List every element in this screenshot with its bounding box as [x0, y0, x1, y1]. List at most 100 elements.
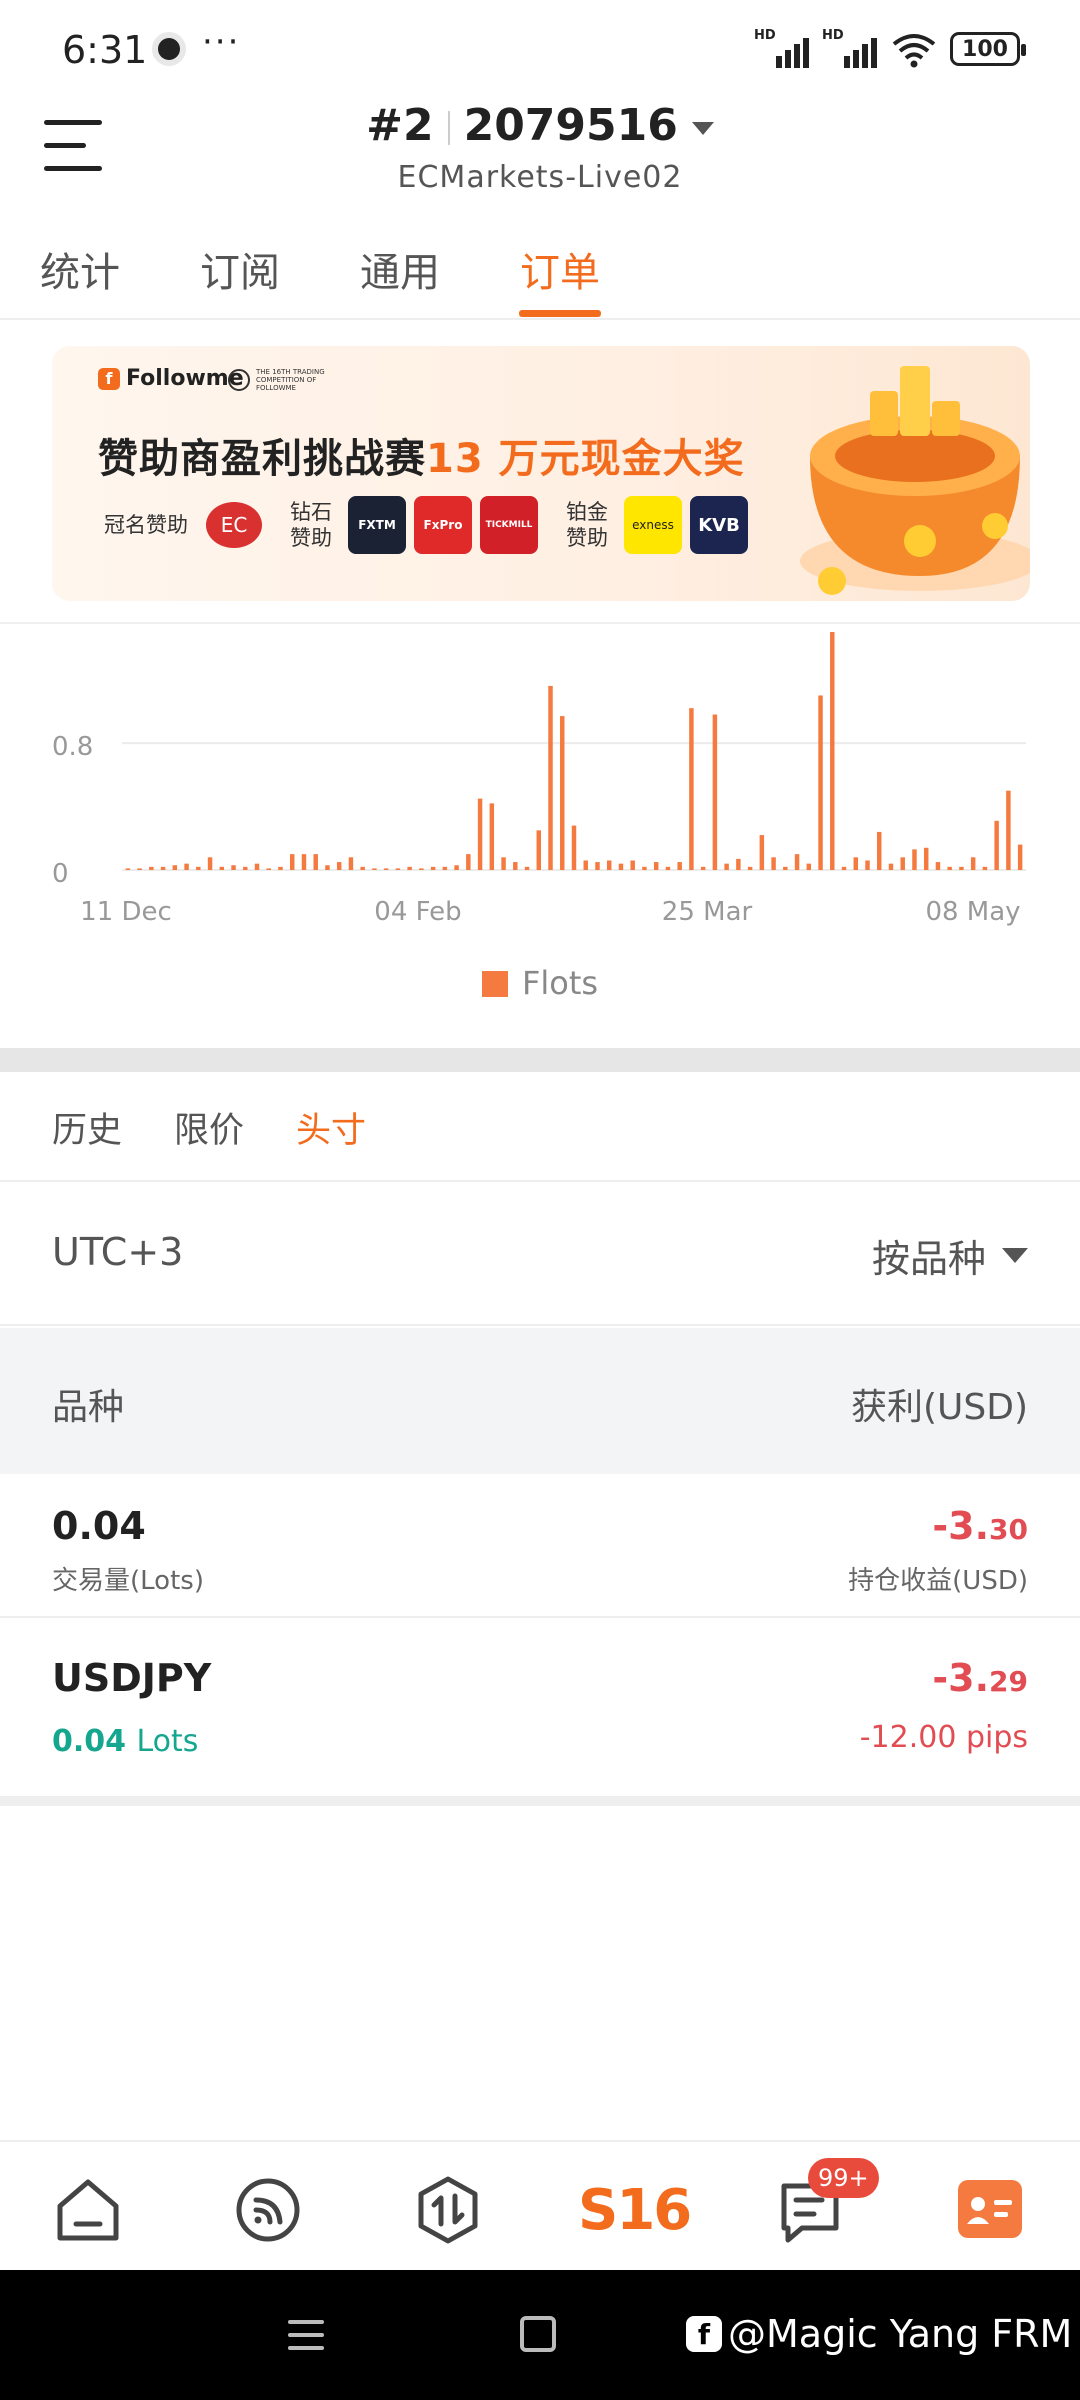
ferris-wheel-icon	[228, 369, 250, 391]
bar	[313, 854, 318, 870]
legend-label: Flots	[521, 964, 599, 1002]
bar	[595, 862, 600, 870]
bar	[278, 866, 283, 870]
bar	[700, 866, 706, 870]
promo-banner[interactable]: f Followme THE 16TH TRADING COMPETITION …	[52, 346, 1030, 601]
followme-icon: f	[98, 367, 120, 390]
timezone-label[interactable]: UTC+3	[52, 1230, 183, 1274]
top-tabs: 统计 订阅 通用 订单	[0, 228, 1080, 320]
list-end-divider	[0, 1796, 1080, 1806]
tab-limit[interactable]: 限价	[174, 1102, 244, 1153]
wifi-icon	[892, 34, 936, 68]
bar	[923, 847, 929, 870]
fxpro-logo: FxPro	[414, 496, 472, 554]
tab-subscriptions[interactable]: 订阅	[200, 240, 280, 298]
bar	[830, 632, 835, 870]
column-profit: 获利(USD)	[850, 1387, 1028, 1428]
bar	[231, 865, 236, 870]
active-tab-indicator	[519, 310, 601, 317]
bar	[935, 862, 941, 870]
kvb-logo: KVB	[690, 496, 748, 554]
bar	[149, 866, 154, 870]
profile-icon[interactable]	[958, 2180, 1022, 2238]
bar	[771, 857, 776, 870]
bar	[430, 866, 436, 870]
bar	[383, 868, 389, 870]
bar	[1017, 844, 1023, 870]
total-profit-label: 持仓收益(USD)	[848, 1566, 1028, 1596]
position-pips: -12.00 pips	[859, 1720, 1028, 1755]
bar	[982, 866, 988, 870]
diamond-sponsor-label: 钻石赞助	[290, 500, 332, 550]
bar	[466, 854, 471, 870]
competition-logo: THE 16TH TRADING COMPETITION OF FOLLOWME	[228, 368, 326, 392]
tab-orders[interactable]: 订单	[520, 240, 600, 298]
bar	[736, 858, 741, 870]
platinum-sponsor-label: 铂金赞助	[566, 500, 608, 550]
bar	[290, 854, 295, 870]
bar	[137, 868, 142, 870]
caret-down-icon	[691, 121, 714, 135]
legend-swatch	[481, 971, 508, 997]
bar	[513, 862, 518, 870]
section-divider	[0, 1048, 1080, 1072]
status-bar: 6:31 ··· HD HD 100	[0, 0, 1080, 100]
x-tick-label: 25 Mar	[662, 897, 753, 927]
bar	[994, 820, 999, 870]
sponsor-row: 冠名赞助 EC 钻石赞助 FXTM FxPro TICKMILL 铂金赞助 ex…	[104, 496, 748, 554]
bar	[794, 854, 800, 870]
bar	[266, 868, 271, 870]
bar	[442, 866, 448, 870]
s16-competition-tab[interactable]: S16	[578, 2178, 692, 2243]
bar	[865, 860, 870, 870]
bar	[348, 857, 354, 870]
bar	[618, 863, 624, 870]
tab-general[interactable]: 通用	[360, 240, 440, 298]
bar	[524, 866, 530, 870]
group-by-label: 按品种	[871, 1237, 986, 1281]
position-row[interactable]: USDJPY 0.04 Lots -3.29 -12.00 pips	[0, 1620, 1080, 1796]
app-header: #2 2079516 ECMarkets-Live02	[0, 100, 1080, 210]
followme-logo: f Followme	[98, 366, 244, 391]
tab-statistics[interactable]: 统计	[40, 240, 120, 298]
bar	[219, 866, 225, 870]
trade-icon[interactable]	[412, 2174, 484, 2246]
bar	[959, 866, 964, 870]
bar	[301, 854, 307, 870]
order-sub-tabs: 历史 限价 头寸	[0, 1072, 1080, 1182]
bar	[489, 803, 495, 870]
chart-legend[interactable]: Flots	[0, 964, 1080, 1002]
bar	[912, 849, 917, 870]
bar	[254, 863, 260, 870]
bar	[571, 825, 577, 870]
bar	[712, 714, 718, 870]
exness-logo: exness	[624, 496, 682, 554]
bar	[184, 863, 189, 870]
bar	[900, 857, 905, 870]
account-selector[interactable]: #2 2079516	[0, 100, 1080, 151]
account-number: #2	[366, 100, 434, 151]
bar	[125, 868, 131, 870]
tab-history[interactable]: 历史	[52, 1102, 122, 1153]
recent-apps-icon[interactable]	[288, 2320, 324, 2350]
position-symbol: USDJPY	[52, 1656, 212, 1700]
bar	[407, 866, 412, 870]
server-name: ECMarkets-Live02	[397, 160, 683, 195]
home-icon[interactable]	[52, 2174, 124, 2246]
group-by-dropdown[interactable]: 按品种	[872, 1228, 1028, 1283]
column-symbol: 品种	[52, 1387, 125, 1428]
tickmill-logo: TICKMILL	[480, 496, 538, 554]
battery-icon: 100	[950, 32, 1026, 66]
bar	[583, 860, 588, 870]
bar-chart-svg: 0 0.8 11 Dec 04 Feb 25 Mar 08 May	[52, 632, 1026, 927]
bar	[606, 860, 612, 870]
home-button-icon[interactable]	[520, 2316, 556, 2352]
account-id: 2079516	[463, 100, 678, 151]
tab-positions[interactable]: 头寸	[296, 1102, 366, 1153]
status-time: 6:31	[62, 28, 148, 72]
system-navigation-bar: f @Magic Yang FRM	[0, 2270, 1080, 2400]
bar	[806, 863, 812, 870]
bar	[336, 862, 342, 870]
feed-icon[interactable]	[232, 2174, 304, 2246]
bar	[759, 835, 765, 870]
